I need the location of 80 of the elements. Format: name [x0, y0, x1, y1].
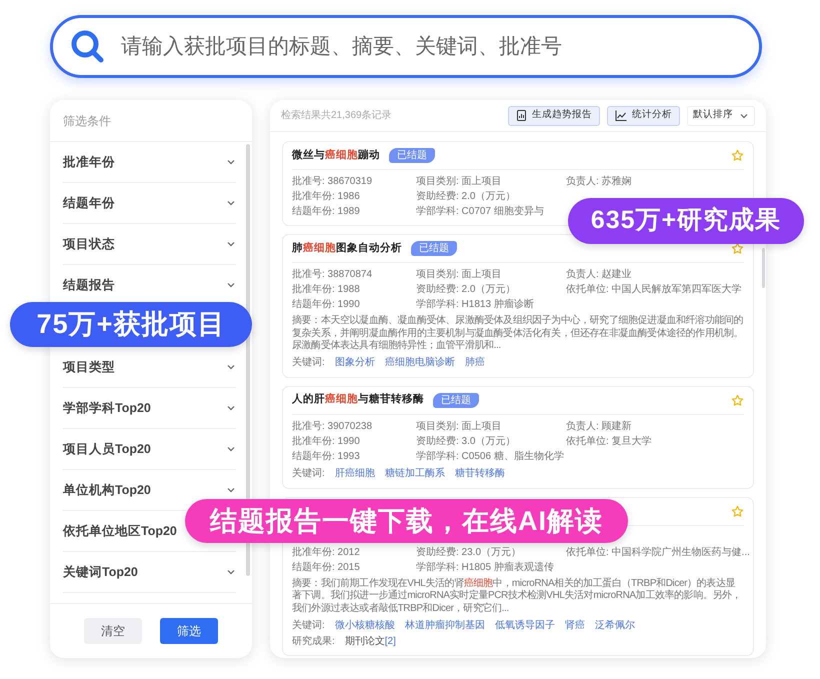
document-chart-icon: [516, 110, 527, 121]
trend-report-button[interactable]: 生成趋势报告: [508, 106, 600, 126]
filter-item[interactable]: 学部学科Top20: [63, 398, 151, 418]
promo-banner: 635万+研究成果: [568, 198, 804, 244]
keyword-link[interactable]: 泛希佩尔: [594, 618, 635, 632]
field-text: 项目类别: 面上项目: [416, 174, 503, 189]
keyword-link[interactable]: 林道肿瘤抑制基因: [404, 618, 485, 632]
field-text: 结题年份: 1990: [292, 298, 361, 312]
outcome-text: 期刊论文[2]: [344, 634, 396, 648]
field-text: 依托单位: 中国人民解放军第四军医大学: [566, 282, 743, 297]
field-text: 批准号: 39070238: [292, 420, 374, 434]
filter-item[interactable]: 关键词Top20: [63, 562, 138, 582]
project-title[interactable]: 人的肝癌细胞与糖苷转移酶: [292, 392, 424, 408]
abstract-text: 摘要：本天空以凝血酶、凝血酶受体、尿激酶受体及组织因子为中心，研究了细胞促进凝血和纤溶功能间的复杂关系，并阐明凝血酶作用的主要机制与凝血酶受体活化有关，但还存在非凝血酶受体途径的作用机制。尿激酶受体表达具有细胞特异性；血管平滑肌和...: [292, 315, 744, 352]
keyword-link[interactable]: 糖链加工酶系: [384, 466, 445, 481]
field-text: 依托单位: 复旦大学: [566, 434, 653, 448]
result-count: 检索结果共21,369条记录: [281, 108, 393, 123]
field-text: 资助经费: 2.0（万元）: [416, 190, 516, 204]
field-text: 结题年份: 1993: [292, 450, 361, 464]
keyword-link[interactable]: 糖苷转移酶: [454, 466, 505, 481]
keyword-link[interactable]: 癌细胞电脑诊断: [384, 355, 455, 370]
clear-button[interactable]: 清空: [84, 618, 142, 644]
field-text: 学部学科: C0707 细胞变异与: [416, 204, 545, 219]
field-text: 负责人: 苏雅娴: [566, 174, 633, 189]
star-icon[interactable]: [731, 242, 744, 255]
status-tag: 已结题: [433, 392, 479, 408]
field-text: 批准号: 38670319: [292, 174, 374, 189]
field-text: 批准号: 38870874: [292, 268, 374, 282]
keywords-label: 关键词:: [292, 466, 325, 481]
search-icon: [69, 28, 105, 64]
filter-item[interactable]: 结题年份: [63, 194, 115, 212]
field-text: 资助经费: 3.0（万元）: [416, 434, 516, 448]
star-icon[interactable]: [731, 504, 744, 518]
keyword-link[interactable]: 低氧诱导因子: [494, 618, 555, 632]
filter-item[interactable]: 依托单位地区Top20: [63, 522, 177, 540]
field-text: 资助经费: 2.0（万元）: [416, 282, 516, 297]
keywords-label: 关键词:: [292, 618, 325, 632]
keyword-link[interactable]: 肺癌: [464, 355, 485, 370]
filter-item[interactable]: 项目人员Top20: [63, 440, 151, 458]
filter-item[interactable]: 项目类型: [63, 358, 115, 376]
field-text: 学部学科: H1813 肿瘤诊断: [416, 298, 535, 312]
search-field[interactable]: 请输入获批项目的标题、摘要、关键词、批准号: [50, 15, 762, 78]
field-text: 项目类别: 面上项目: [416, 420, 503, 434]
outcome-label: 研究成果:: [292, 634, 335, 648]
filter-item[interactable]: 单位机构Top20: [63, 480, 151, 500]
field-text: 批准年份: 1990: [292, 434, 361, 448]
promo-banner: 结题报告一键下载，在线AI解读: [185, 499, 628, 543]
keyword-link[interactable]: 肾癌: [564, 618, 585, 632]
sort-dropdown[interactable]: 默认排序: [687, 106, 755, 126]
star-icon[interactable]: [731, 149, 744, 162]
project-title[interactable]: 微丝与癌细胞蹦动: [292, 148, 380, 164]
promo-banner: 75万+获批项目: [10, 302, 252, 347]
keyword-link[interactable]: 图象分析: [334, 355, 375, 370]
keywords-label: 关键词:: [292, 356, 325, 370]
keyword-link[interactable]: 微小核糖核酸: [334, 618, 395, 632]
status-tag: 已结题: [411, 241, 457, 256]
filter-title: 筛选条件: [63, 112, 111, 130]
filter-item[interactable]: 项目状态: [63, 234, 115, 254]
abstract-text: 摘要：我们前期工作发现在VHL失活的肾癌细胞中，microRNA相关的加工蛋白（TRBP和Dicer）的表达显著下调。我们拟进一步通过microRNA实时定量PCR技术检测VHL失活对microRNA加工效率的影响。另外，我们外源过表达或者敲低TRBP和Dicer，研究它们...: [292, 578, 742, 615]
field-text: 资助经费: 23.0（万元）: [416, 546, 522, 560]
line-chart-icon: [615, 110, 627, 121]
field-text: 依托单位: 中国科学院广州生物医药与健...: [566, 546, 750, 560]
filter-item[interactable]: 批准年份: [63, 152, 115, 172]
field-text: 项目类别: 面上项目: [416, 268, 503, 282]
status-tag: 已结题: [389, 148, 435, 163]
filter-button[interactable]: 筛选: [160, 618, 218, 644]
field-text: 负责人: 顾建新: [566, 420, 633, 434]
star-icon[interactable]: [731, 394, 744, 406]
field-text: 结题年份: 1989: [292, 204, 361, 219]
field-text: 学部学科: C0506 糖、脂生物化学: [416, 450, 565, 464]
field-text: 负责人: 赵建业: [566, 268, 633, 282]
statistics-button[interactable]: 统计分析: [607, 106, 680, 126]
keyword-link[interactable]: 肝癌细胞: [334, 466, 375, 481]
field-text: 批准年份: 2012: [292, 546, 361, 560]
filter-item[interactable]: 结题报告: [63, 276, 115, 294]
field-text: 批准年份: 1988: [292, 282, 361, 297]
field-text: 批准年份: 1986: [292, 190, 361, 204]
field-text: 结题年份: 2015: [292, 560, 361, 574]
field-text: 学部学科: H1805 肿瘤表观遗传: [416, 560, 555, 574]
project-title[interactable]: 肺癌细胞图象自动分析: [292, 240, 402, 256]
